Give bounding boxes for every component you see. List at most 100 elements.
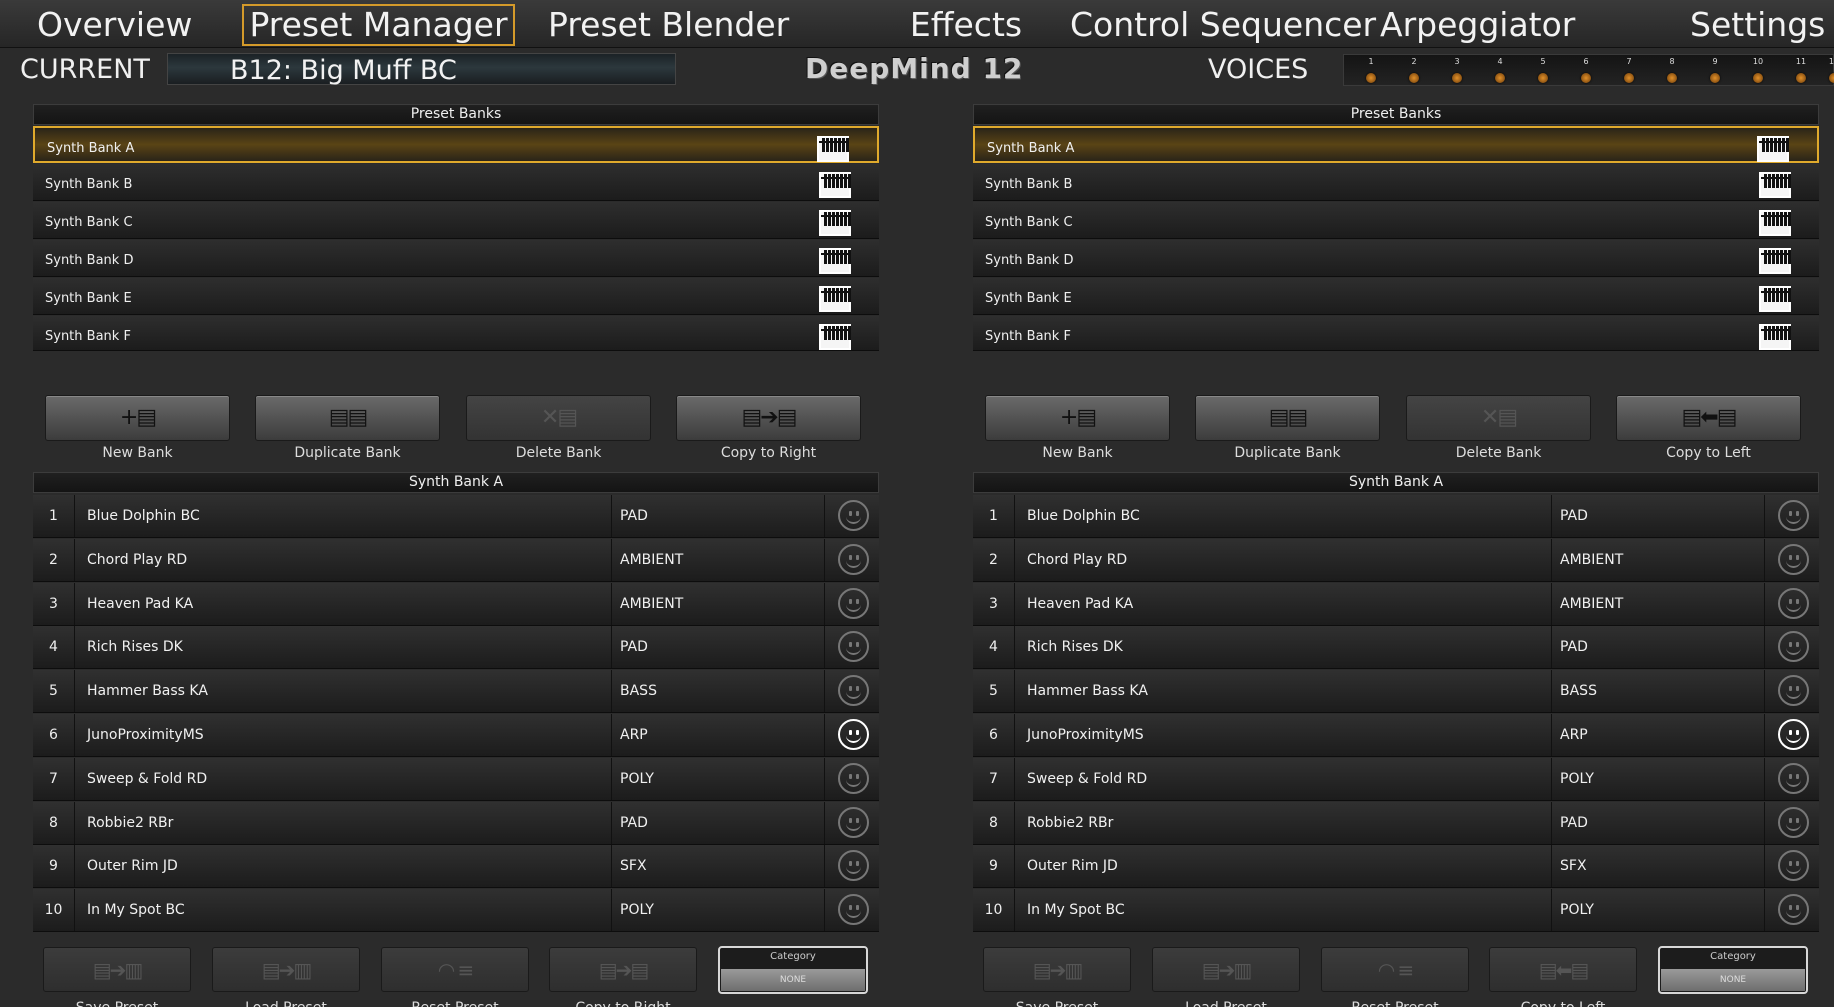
preset-row[interactable]: 6 JunoProximityMS ARP [33,714,879,757]
copy-to-left-button[interactable]: ▤⬅▤ [1616,395,1801,441]
save-preset-button[interactable]: ▤➔▥ [43,947,191,992]
favorite-smiley-icon[interactable] [838,719,869,750]
preset-category[interactable]: PAD [611,626,825,669]
preset-row[interactable]: 1 Blue Dolphin BC PAD [973,495,1819,538]
preset-category[interactable]: POLY [1551,757,1765,800]
preset-category[interactable]: AMBIENT [611,538,825,581]
preset-category[interactable]: POLY [611,757,825,800]
reset-preset-button[interactable]: ◠ ≡ [381,947,529,992]
load-preset-button[interactable]: ▤➔▥ [1152,947,1300,992]
bank-row[interactable]: Synth Bank D [973,240,1819,277]
preset-category[interactable]: BASS [1551,670,1765,713]
preset-row[interactable]: 1 Blue Dolphin BC PAD [33,495,879,538]
preset-row[interactable]: 7 Sweep & Fold RD POLY [973,757,1819,801]
preset-row[interactable]: 2 Chord Play RD AMBIENT [33,538,879,582]
bank-row[interactable]: Synth Bank B [33,164,879,201]
favorite-smiley-icon[interactable] [1778,675,1809,707]
bank-row[interactable]: Synth Bank F [33,316,879,351]
favorite-smiley-icon[interactable] [1778,762,1809,794]
preset-row[interactable]: 9 Outer Rim JD SFX [973,845,1819,889]
favorite-smiley-icon[interactable] [1778,894,1809,926]
favorite-smiley-icon[interactable] [1778,806,1809,838]
favorite-smiley-icon[interactable] [838,894,869,926]
preset-category[interactable]: PAD [1551,626,1765,669]
preset-row[interactable]: 5 Hammer Bass KA BASS [33,670,879,714]
favorite-smiley-icon[interactable] [838,587,869,619]
favorite-smiley-icon[interactable] [838,500,869,531]
favorite-smiley-icon[interactable] [838,631,869,663]
bank-row[interactable]: Synth Bank E [973,278,1819,315]
copy-to-left-button[interactable]: ▤⬅▤ [1489,947,1637,992]
bank-row[interactable]: Synth Bank F [973,316,1819,351]
preset-category[interactable]: ARP [1551,714,1765,756]
favorite-smiley-icon[interactable] [838,543,869,575]
copy-to-right-button[interactable]: ▤➔▤ [549,947,697,992]
preset-row[interactable]: 2 Chord Play RD AMBIENT [973,538,1819,582]
preset-category[interactable]: SFX [1551,845,1765,888]
tab-effects[interactable]: Effects [876,4,1056,46]
preset-number: 10 [33,889,75,932]
favorite-smiley-icon[interactable] [1778,850,1809,882]
bank-row[interactable]: Synth Bank B [973,164,1819,201]
preset-category-label: POLY [1560,770,1594,787]
bank-row[interactable]: Synth Bank C [973,202,1819,239]
preset-category[interactable]: SFX [611,845,825,888]
preset-row[interactable]: 8 Robbie2 RBr PAD [973,801,1819,845]
preset-category[interactable]: AMBIENT [1551,538,1765,581]
preset-row[interactable]: 5 Hammer Bass KA BASS [973,670,1819,714]
bank-row[interactable]: Synth Bank E [33,278,879,315]
preset-category[interactable]: PAD [611,495,825,537]
favorite-smiley-icon[interactable] [1778,719,1809,750]
new-bank-button[interactable]: +▤ [985,395,1170,441]
preset-name: Heaven Pad KA [1027,595,1134,612]
preset-category[interactable]: PAD [1551,801,1765,844]
bank-row[interactable]: Synth Bank A [33,126,879,163]
preset-row[interactable]: 6 JunoProximityMS ARP [973,714,1819,757]
preset-category[interactable]: PAD [611,801,825,844]
preset-category[interactable]: AMBIENT [1551,582,1765,625]
preset-row[interactable]: 7 Sweep & Fold RD POLY [33,757,879,801]
preset-category[interactable]: AMBIENT [611,582,825,625]
preset-row[interactable]: 8 Robbie2 RBr PAD [33,801,879,845]
preset-row[interactable]: 10 In My Spot BC POLY [973,889,1819,933]
save-preset-button[interactable]: ▤➔▥ [983,947,1131,992]
bank-row[interactable]: Synth Bank C [33,202,879,239]
preset-row[interactable]: 3 Heaven Pad KA AMBIENT [33,582,879,626]
copy-to-right-button[interactable]: ▤➔▤ [676,395,861,441]
tab-preset-blender[interactable]: Preset Blender [548,4,789,46]
preset-row[interactable]: 10 In My Spot BC POLY [33,889,879,933]
favorite-smiley-icon[interactable] [1778,500,1809,531]
category-filter[interactable]: Category NONE [1658,946,1808,994]
new-bank-button[interactable]: +▤ [45,395,230,441]
preset-number: 4 [973,626,1015,669]
preset-row[interactable]: 4 Rich Rises DK PAD [33,626,879,670]
favorite-smiley-icon[interactable] [1778,543,1809,575]
duplicate-bank-button[interactable]: ▤▤ [1195,395,1380,441]
favorite-smiley-icon[interactable] [838,762,869,794]
favorite-smiley-icon[interactable] [1778,587,1809,619]
tab-control-sequencer[interactable]: Control Sequencer [1070,4,1376,46]
bank-row[interactable]: Synth Bank A [973,126,1819,163]
reset-preset-button[interactable]: ◠ ≡ [1321,947,1469,992]
preset-category[interactable]: PAD [1551,495,1765,537]
preset-category[interactable]: BASS [611,670,825,713]
preset-row[interactable]: 9 Outer Rim JD SFX [33,845,879,889]
category-filter[interactable]: Category NONE [718,946,868,994]
tab-overview[interactable]: Overview [37,4,192,46]
preset-category[interactable]: POLY [611,889,825,932]
load-preset-button[interactable]: ▤➔▥ [212,947,360,992]
preset-category[interactable]: POLY [1551,889,1765,932]
preset-row[interactable]: 4 Rich Rises DK PAD [973,626,1819,670]
duplicate-bank-button[interactable]: ▤▤ [255,395,440,441]
tab-arpeggiator[interactable]: Arpeggiator [1380,4,1575,46]
favorite-smiley-icon[interactable] [838,806,869,838]
smiley-mouth [846,910,861,919]
tab-settings[interactable]: Settings [1690,4,1825,46]
favorite-smiley-icon[interactable] [838,675,869,707]
tab-preset-manager[interactable]: Preset Manager [242,4,515,46]
bank-row[interactable]: Synth Bank D [33,240,879,277]
preset-row[interactable]: 3 Heaven Pad KA AMBIENT [973,582,1819,626]
favorite-smiley-icon[interactable] [838,850,869,882]
preset-category[interactable]: ARP [611,714,825,756]
favorite-smiley-icon[interactable] [1778,631,1809,663]
